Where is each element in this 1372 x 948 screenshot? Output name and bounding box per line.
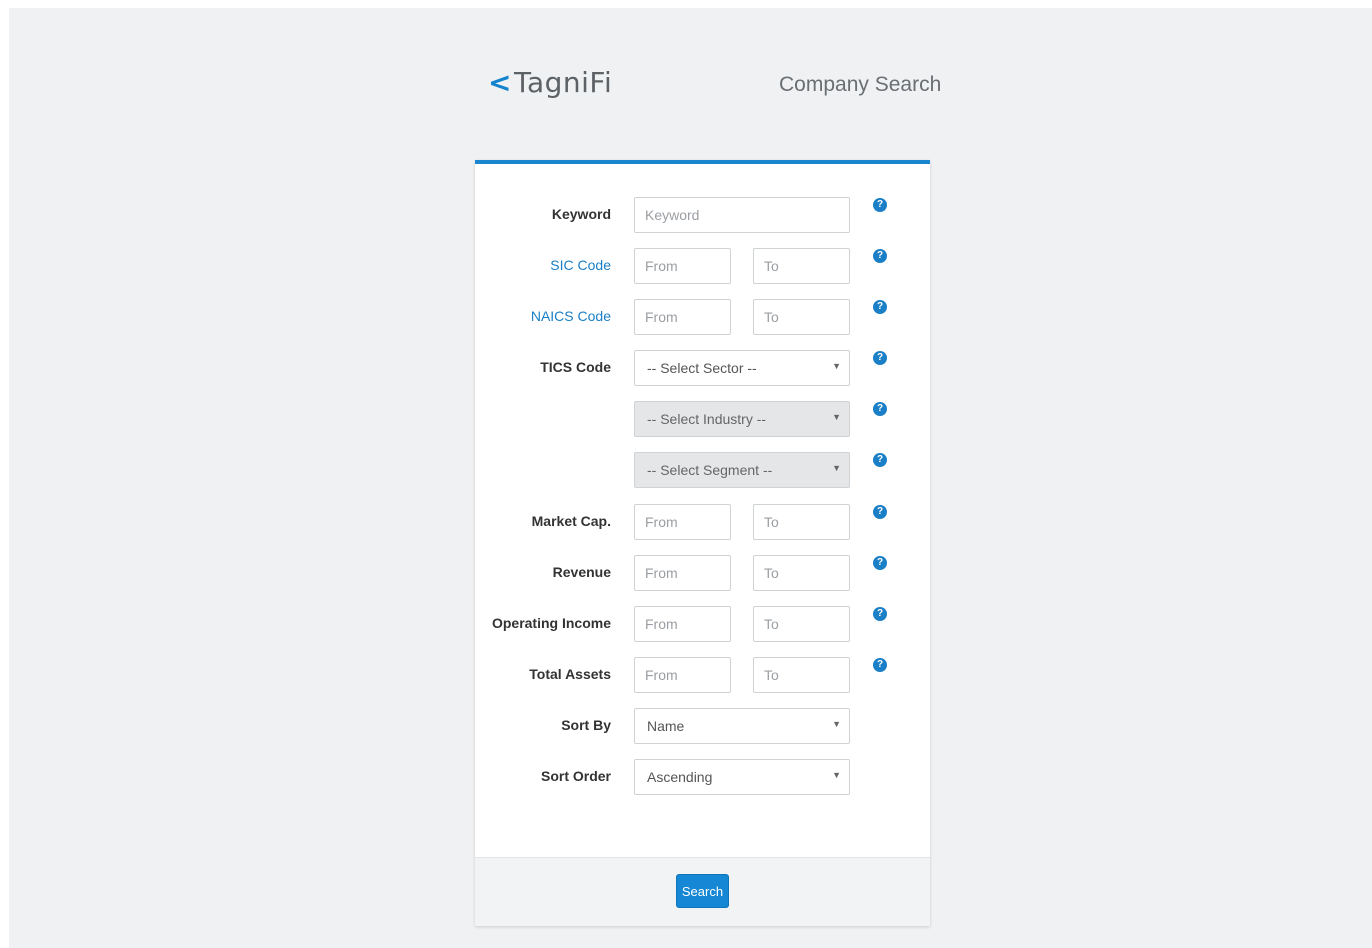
- search-form-panel: Keyword ? SIC Code ? NAICS Code ? TICS C…: [475, 160, 930, 926]
- tics-code-label: TICS Code: [540, 359, 611, 375]
- revenue-from-input[interactable]: [634, 555, 731, 591]
- chevron-down-icon: ▼: [832, 412, 841, 422]
- chevron-down-icon: ▼: [832, 361, 841, 371]
- segment-row: -- Select Segment -- ▼ ?: [475, 452, 930, 488]
- operating-income-from-input[interactable]: [634, 606, 731, 642]
- segment-select: -- Select Segment -- ▼: [634, 452, 850, 488]
- search-button[interactable]: Search: [676, 874, 729, 908]
- naics-from-input[interactable]: [634, 299, 731, 335]
- total-assets-label: Total Assets: [529, 666, 611, 682]
- tics-code-row: TICS Code -- Select Sector -- ▼ ?: [475, 350, 930, 386]
- sort-by-select[interactable]: Name ▼: [634, 708, 850, 744]
- industry-select-value: -- Select Industry --: [647, 411, 767, 427]
- form-footer: Search: [475, 857, 930, 926]
- help-icon[interactable]: ?: [873, 556, 887, 570]
- market-cap-to-input[interactable]: [753, 504, 850, 540]
- total-assets-row: Total Assets ?: [475, 657, 930, 693]
- total-assets-from-input[interactable]: [634, 657, 731, 693]
- sic-from-input[interactable]: [634, 248, 731, 284]
- industry-row: -- Select Industry -- ▼ ?: [475, 401, 930, 437]
- sort-by-row: Sort By Name ▼: [475, 708, 930, 744]
- naics-code-label[interactable]: NAICS Code: [531, 308, 611, 324]
- sic-to-input[interactable]: [753, 248, 850, 284]
- industry-select: -- Select Industry -- ▼: [634, 401, 850, 437]
- revenue-to-input[interactable]: [753, 555, 850, 591]
- help-icon[interactable]: ?: [873, 607, 887, 621]
- chevron-down-icon: ▼: [832, 770, 841, 780]
- keyword-input[interactable]: [634, 197, 850, 233]
- sort-by-value: Name: [647, 718, 685, 734]
- segment-select-value: -- Select Segment --: [647, 462, 773, 478]
- revenue-row: Revenue ?: [475, 555, 930, 591]
- operating-income-label: Operating Income: [491, 615, 611, 631]
- operating-income-row: Operating Income ?: [475, 606, 930, 642]
- keyword-label: Keyword: [551, 206, 611, 222]
- market-cap-row: Market Cap. ?: [475, 504, 930, 540]
- tagnifi-logo[interactable]: <TagniFi: [488, 66, 612, 99]
- sic-code-label[interactable]: SIC Code: [550, 257, 611, 273]
- naics-code-row: NAICS Code ?: [475, 299, 930, 335]
- help-icon[interactable]: ?: [873, 300, 887, 314]
- chevron-down-icon: ▼: [832, 719, 841, 729]
- help-icon[interactable]: ?: [873, 658, 887, 672]
- sort-order-row: Sort Order Ascending ▼: [475, 759, 930, 795]
- help-icon[interactable]: ?: [873, 351, 887, 365]
- sort-order-label: Sort Order: [540, 768, 611, 784]
- help-icon[interactable]: ?: [873, 505, 887, 519]
- sort-by-label: Sort By: [561, 717, 611, 733]
- market-cap-from-input[interactable]: [634, 504, 731, 540]
- help-icon[interactable]: ?: [873, 249, 887, 263]
- keyword-row: Keyword ?: [475, 197, 930, 233]
- operating-income-to-input[interactable]: [753, 606, 850, 642]
- market-cap-label: Market Cap.: [531, 513, 611, 529]
- help-icon[interactable]: ?: [873, 402, 887, 416]
- sector-select-value: -- Select Sector --: [647, 360, 757, 376]
- page-title: Company Search: [779, 73, 942, 96]
- help-icon[interactable]: ?: [873, 198, 887, 212]
- total-assets-to-input[interactable]: [753, 657, 850, 693]
- revenue-label: Revenue: [552, 564, 611, 580]
- sector-select[interactable]: -- Select Sector -- ▼: [634, 350, 850, 386]
- sic-code-row: SIC Code ?: [475, 248, 930, 284]
- sort-order-select[interactable]: Ascending ▼: [634, 759, 850, 795]
- sort-order-value: Ascending: [647, 769, 713, 785]
- back-chevron-icon: <: [488, 66, 512, 99]
- help-icon[interactable]: ?: [873, 453, 887, 467]
- naics-to-input[interactable]: [753, 299, 850, 335]
- logo-text: TagniFi: [513, 66, 613, 99]
- chevron-down-icon: ▼: [832, 463, 841, 473]
